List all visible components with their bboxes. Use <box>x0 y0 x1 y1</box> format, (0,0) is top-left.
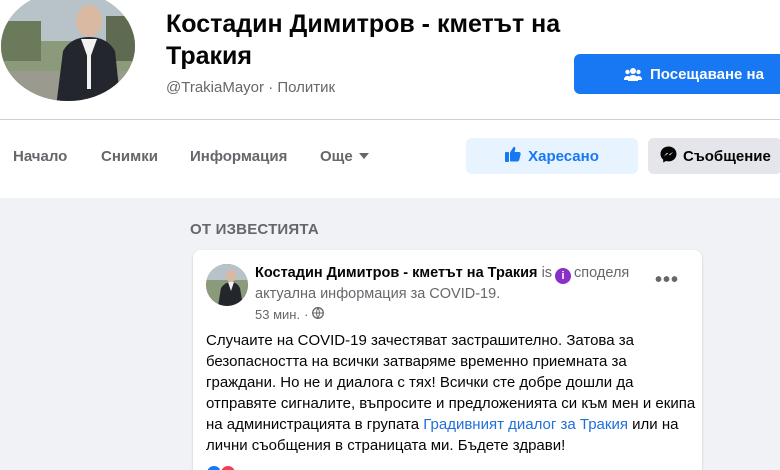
header-divider <box>0 119 780 120</box>
subtitle-separator: · <box>268 79 274 96</box>
visit-button-label: Посещаване на <box>650 65 764 83</box>
post-author-avatar[interactable] <box>206 264 248 306</box>
profile-picture[interactable] <box>0 0 138 104</box>
page-header: Костадин Димитров - кметът на Тракия @Tr… <box>0 0 780 198</box>
tab-more-label: Още <box>320 147 353 165</box>
message-button[interactable]: Съобщение <box>648 138 780 174</box>
thumbs-up-icon <box>505 146 521 166</box>
post-action-topic[interactable]: актуална информация за COVID-19. <box>255 286 500 302</box>
post-card: Костадин Димитров - кметът на Тракия is i… <box>193 250 702 470</box>
info-icon: i <box>555 268 572 284</box>
more-options-icon[interactable]: ••• <box>655 270 679 290</box>
love-reaction-icon <box>219 464 237 470</box>
page-handle[interactable]: @TrakiaMayor <box>166 79 264 96</box>
post-header: Костадин Димитров - кметът на Тракия is i… <box>255 263 635 305</box>
reactions-summary[interactable] <box>205 464 237 470</box>
like-page-button[interactable]: Харесано <box>466 138 638 174</box>
post-meta-separator: · <box>304 307 309 322</box>
page-category[interactable]: Политик <box>277 79 335 96</box>
profile-photo-image <box>1 0 135 101</box>
section-title: ОТ ИЗВЕСТИЯТА <box>190 221 319 238</box>
messenger-icon <box>660 146 677 167</box>
post-timestamp[interactable]: 53 мин. <box>255 307 300 322</box>
page-subtitle: @TrakiaMayor · Политик <box>166 79 335 96</box>
post-body: Случаите на COVID-19 зачестяват застраши… <box>206 330 696 456</box>
tab-more[interactable]: Още <box>320 138 369 174</box>
caret-down-icon <box>358 153 369 159</box>
like-button-label: Харесано <box>528 147 599 165</box>
post-author-name[interactable]: Костадин Димитров - кметът на Тракия <box>255 265 538 281</box>
post-action-text: споделя <box>574 265 630 281</box>
post-group-link[interactable]: Градивният диалог за Тракия <box>423 416 628 433</box>
group-icon <box>624 67 642 81</box>
tab-info[interactable]: Информация <box>190 138 287 174</box>
tab-photos[interactable]: Снимки <box>101 138 158 174</box>
message-button-label: Съобщение <box>683 147 771 165</box>
tab-home[interactable]: Начало <box>13 138 67 174</box>
post-is-text: is <box>541 265 553 281</box>
globe-icon <box>312 307 325 322</box>
page-title: Костадин Димитров - кметът на Тракия <box>166 10 561 70</box>
post-meta: 53 мин. · <box>255 307 325 322</box>
visit-group-button[interactable]: Посещаване на <box>574 54 780 94</box>
